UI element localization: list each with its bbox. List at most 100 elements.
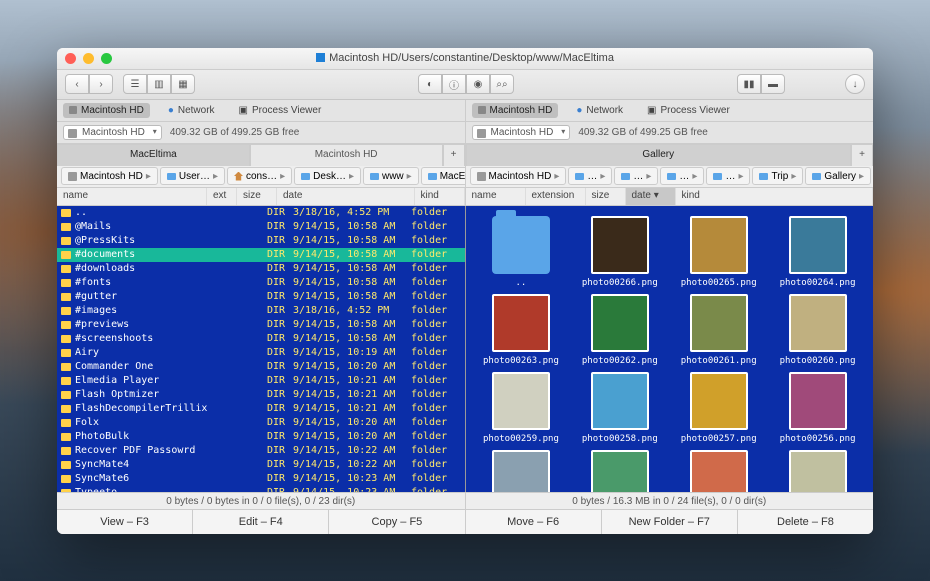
volume-select-right[interactable]: Macintosh HD (472, 125, 571, 140)
volume-select-left[interactable]: Macintosh HD (63, 125, 162, 140)
col-size-left[interactable]: size (237, 188, 277, 205)
loc-tab-network-right[interactable]: ●Network (570, 103, 629, 118)
footer-newfolder-button[interactable]: New Folder – F7 (602, 510, 738, 534)
grid-item[interactable]: photo00257.png (671, 372, 766, 444)
col-size-right[interactable]: size (586, 188, 626, 205)
crumb-left-0[interactable]: Macintosh HD ▸ (61, 167, 158, 185)
col-kind-right[interactable]: kind (676, 188, 874, 205)
grid-item[interactable]: photo00262.png (572, 294, 667, 366)
terminal-button[interactable]: ▬ (761, 74, 785, 94)
grid-item[interactable] (572, 450, 667, 492)
list-row[interactable]: @MailsDIR9/14/15, 10:58 AMfolder (57, 220, 465, 234)
col-date-right[interactable]: date ▾ (626, 188, 676, 205)
col-name-right[interactable]: name (466, 188, 526, 205)
grid-item[interactable]: photo00259.png (474, 372, 569, 444)
folder-tab-left-2[interactable]: Macintosh HD (250, 144, 443, 166)
grid-item[interactable]: photo00264.png (770, 216, 865, 288)
grid-item[interactable]: photo00266.png (572, 216, 667, 288)
view-list-button[interactable]: ☰ (123, 74, 147, 94)
footer-delete-button[interactable]: Delete – F8 (738, 510, 873, 534)
loc-tab-network-left[interactable]: ●Network (162, 103, 221, 118)
col-ext-left[interactable]: ext (207, 188, 237, 205)
toggle-hidden-button[interactable]: ◐ (418, 74, 442, 94)
grid-item[interactable]: photo00265.png (671, 216, 766, 288)
folder-icon (61, 349, 71, 357)
crumb-right-3[interactable]: … ▸ (660, 167, 704, 185)
grid-item[interactable]: photo00256.png (770, 372, 865, 444)
list-row[interactable]: SyncMate6DIR9/14/15, 10:23 AMfolder (57, 472, 465, 486)
right-panel[interactable]: ..photo00266.pngphoto00265.pngphoto00264… (466, 206, 874, 492)
grid-item[interactable]: .. (474, 216, 569, 288)
list-row[interactable]: #documentsDIR9/14/15, 10:58 AMfolder (57, 248, 465, 262)
dual-pane-button[interactable]: ▮▮ (737, 74, 761, 94)
crumb-left-2[interactable]: cons… ▸ (227, 167, 292, 185)
list-row[interactable]: SyncMate4DIR9/14/15, 10:22 AMfolder (57, 458, 465, 472)
quicklook-button[interactable]: ◉ (466, 74, 490, 94)
folder-tab-left-1[interactable]: MacEltima (57, 144, 250, 166)
list-row[interactable]: Elmedia PlayerDIR9/14/15, 10:21 AMfolder (57, 374, 465, 388)
grid-item[interactable] (770, 450, 865, 492)
folder-tab-add-left[interactable]: + (443, 144, 465, 166)
crumb-right-1[interactable]: … ▸ (568, 167, 612, 185)
view-grid-button[interactable]: ▦ (171, 74, 195, 94)
list-row[interactable]: #gutterDIR9/14/15, 10:58 AMfolder (57, 290, 465, 304)
crumb-right-2[interactable]: … ▸ (614, 167, 658, 185)
list-row[interactable]: Flash OptmizerDIR9/14/15, 10:21 AMfolder (57, 388, 465, 402)
crumb-left-1[interactable]: User… ▸ (160, 167, 225, 185)
list-row[interactable]: AiryDIR9/14/15, 10:19 AMfolder (57, 346, 465, 360)
search-button[interactable]: ⌕⌕ (490, 74, 514, 94)
col-name-left[interactable]: name (57, 188, 207, 205)
footer-copy-button[interactable]: Copy – F5 (329, 510, 465, 534)
crumb-right-5[interactable]: Trip ▸ (752, 167, 803, 185)
folder-icon (61, 391, 71, 399)
list-row[interactable]: ..DIR3/18/16, 4:52 PMfolder (57, 206, 465, 220)
crumb-left-4[interactable]: www ▸ (363, 167, 419, 185)
list-row[interactable]: FlashDecompilerTrillixDIR9/14/15, 10:21 … (57, 402, 465, 416)
info-button[interactable]: ⓘ (442, 74, 466, 94)
grid-item[interactable] (671, 450, 766, 492)
footer-move-button[interactable]: Move – F6 (466, 510, 602, 534)
grid-item[interactable] (474, 450, 569, 492)
folder-tab-add-right[interactable]: + (851, 144, 873, 166)
grid-item[interactable]: photo00258.png (572, 372, 667, 444)
crumb-left-5[interactable]: MacEltima ▸ (421, 167, 466, 185)
list-row[interactable]: #previewsDIR9/14/15, 10:58 AMfolder (57, 318, 465, 332)
grid-item[interactable]: photo00263.png (474, 294, 569, 366)
crumb-right-0[interactable]: Macintosh HD ▸ (470, 167, 567, 185)
list-row[interactable]: Recover PDF PassowrdDIR9/14/15, 10:22 AM… (57, 444, 465, 458)
grid-item[interactable]: photo00261.png (671, 294, 766, 366)
status-row: 0 bytes / 0 bytes in 0 / 0 file(s), 0 / … (57, 492, 873, 510)
grid-item[interactable]: photo00260.png (770, 294, 865, 366)
view-columns-button[interactable]: ▥ (147, 74, 171, 94)
list-row[interactable]: #imagesDIR3/18/16, 4:52 PMfolder (57, 304, 465, 318)
footer-view-button[interactable]: View – F3 (57, 510, 193, 534)
download-button[interactable]: ↓ (845, 74, 865, 94)
loc-tab-hd-left[interactable]: Macintosh HD (63, 103, 150, 118)
col-ext-right[interactable]: extension (526, 188, 586, 205)
folder-icon (61, 433, 71, 441)
list-row[interactable]: #screenshootsDIR9/14/15, 10:58 AMfolder (57, 332, 465, 346)
list-row[interactable]: PhotoBulkDIR9/14/15, 10:20 AMfolder (57, 430, 465, 444)
footer-edit-button[interactable]: Edit – F4 (193, 510, 329, 534)
loc-tab-hd-right[interactable]: Macintosh HD (472, 103, 559, 118)
list-row[interactable]: FolxDIR9/14/15, 10:20 AMfolder (57, 416, 465, 430)
crumb-right-4[interactable]: … ▸ (706, 167, 750, 185)
crumb-left-3[interactable]: Desk… ▸ (294, 167, 361, 185)
col-date-left[interactable]: date (277, 188, 415, 205)
list-row[interactable]: #downloadsDIR9/14/15, 10:58 AMfolder (57, 262, 465, 276)
list-row[interactable]: #fontsDIR9/14/15, 10:58 AMfolder (57, 276, 465, 290)
nav-back-button[interactable]: ‹ (65, 74, 89, 94)
folder-icon (61, 377, 71, 385)
thumbnail (690, 372, 748, 430)
loc-tab-process-left[interactable]: ▣Process Viewer (233, 103, 328, 118)
crumb-right-6[interactable]: Gallery ▸ (805, 167, 871, 185)
left-panel[interactable]: ..DIR3/18/16, 4:52 PMfolder@MailsDIR9/14… (57, 206, 466, 492)
folder-tab-right-1[interactable]: Gallery (466, 144, 852, 166)
volume-free-left: 409.32 GB of 499.25 GB free (170, 127, 300, 138)
loc-tab-process-right[interactable]: ▣Process Viewer (641, 103, 736, 118)
col-kind-left[interactable]: kind (415, 188, 465, 205)
location-tabs-row: Macintosh HD ●Network ▣Process Viewer Ma… (57, 100, 873, 122)
list-row[interactable]: @PressKitsDIR9/14/15, 10:58 AMfolder (57, 234, 465, 248)
list-row[interactable]: Commander OneDIR9/14/15, 10:20 AMfolder (57, 360, 465, 374)
nav-forward-button[interactable]: › (89, 74, 113, 94)
